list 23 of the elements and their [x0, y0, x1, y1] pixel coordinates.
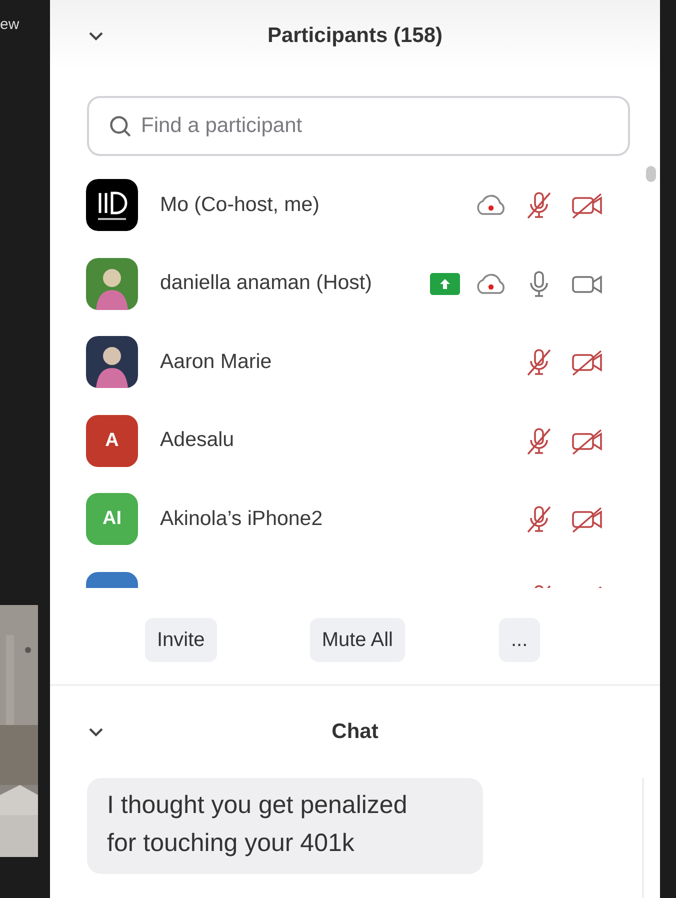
panel-title: Participants (158) — [267, 23, 443, 50]
participant-name: Akinola’s iPhone2 — [160, 506, 323, 532]
participant-name: daniella anaman (Host) — [160, 270, 372, 296]
panel-title: Chat — [332, 719, 378, 746]
action-button[interactable]: Mute All — [310, 618, 405, 662]
avatar-initials: AI — [86, 493, 138, 546]
logo-icon — [86, 179, 138, 232]
scrollbar-thumb[interactable] — [646, 166, 656, 182]
search-field[interactable]: Find a participant — [87, 96, 630, 156]
participant-name: Mo (Co-host, me) — [160, 192, 320, 218]
participant-row[interactable]: A Adesalu — [50, 402, 644, 480]
avatar-initials: A — [86, 414, 138, 467]
participant-name: Aaron Marie — [160, 348, 272, 375]
participant-row[interactable]: AI Akinola’s iPhone2 — [50, 480, 644, 558]
participant-row[interactable]: Aaron Marie — [50, 323, 644, 402]
participant-name: Adesalu — [160, 427, 234, 454]
action-button[interactable]: Invite — [145, 618, 217, 662]
collapse-icon[interactable] — [88, 727, 104, 737]
label-text: ew — [0, 15, 20, 35]
participant-row[interactable]: Mo (Co-host, me) — [50, 166, 644, 244]
collapse-icon[interactable] — [88, 31, 104, 41]
chat-message: I thought you get penalized for touching your 401k — [87, 778, 483, 874]
action-button[interactable]: ... — [498, 618, 540, 662]
